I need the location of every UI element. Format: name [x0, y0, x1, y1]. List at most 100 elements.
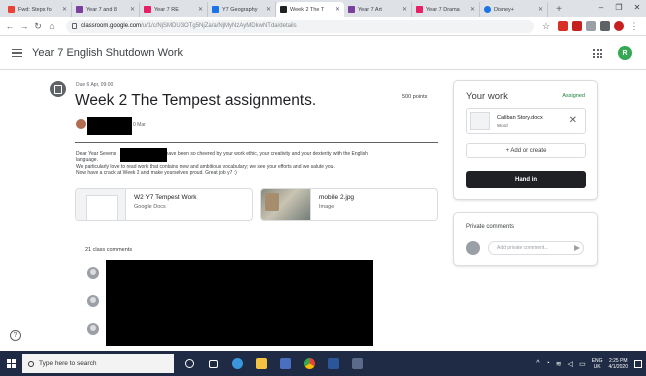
- your-work-card: Your work Assigned Caliban Story.docx Wo…: [453, 80, 598, 200]
- hamburger-menu-icon[interactable]: [12, 49, 22, 57]
- browser-tab[interactable]: Year 7 RE ✕: [140, 2, 208, 17]
- remove-file-icon[interactable]: ✕: [569, 115, 577, 126]
- browser-tab-active[interactable]: Week 2 The T ✕: [276, 2, 344, 17]
- taskbar-search-box[interactable]: Type here to search: [22, 354, 174, 373]
- close-icon[interactable]: ✕: [130, 6, 135, 13]
- hand-in-button[interactable]: Hand in: [466, 171, 586, 188]
- browser-tab[interactable]: Y7 Geography ✕: [208, 2, 276, 17]
- chrome-icon[interactable]: [300, 355, 318, 373]
- address-bar[interactable]: classroom.google.com/u/1/c/NjSMDU3OTg5Nj…: [66, 19, 534, 33]
- image-thumbnail: [261, 189, 311, 220]
- file-explorer-icon[interactable]: [252, 355, 270, 373]
- attachment-name: W2 Y7 Tempest Work: [134, 194, 197, 201]
- close-icon[interactable]: ✕: [62, 6, 67, 13]
- browser-tab[interactable]: Year 7 Art ✕: [344, 2, 412, 17]
- browser-menu-icon[interactable]: ⋮: [628, 20, 640, 32]
- back-button[interactable]: ←: [4, 20, 16, 32]
- description-text: Now have a crack at Week 2 and make your…: [76, 170, 237, 177]
- classroom-icon: [76, 6, 83, 13]
- help-icon[interactable]: ?: [10, 330, 21, 341]
- class-title[interactable]: Year 7 English Shutdown Work: [32, 47, 183, 59]
- extension-icon[interactable]: [600, 21, 610, 31]
- attachment-card[interactable]: W2 Y7 Tempest Work Google Docs: [75, 188, 253, 221]
- network-icon[interactable]: ◔: [546, 360, 550, 367]
- assignment-title: Week 2 The Tempest assignments.: [75, 92, 317, 109]
- task-view-icon[interactable]: [204, 355, 222, 373]
- account-avatar[interactable]: R: [618, 46, 632, 60]
- private-comments-card: Private comments Add private comment...: [453, 212, 598, 266]
- volume-icon[interactable]: ◁: [568, 360, 573, 368]
- assignment-icon: [50, 81, 66, 97]
- wifi-icon[interactable]: ≋: [556, 360, 562, 368]
- forward-button[interactable]: →: [18, 20, 30, 32]
- tab-title: Year 7 RE: [154, 6, 179, 13]
- attachment-card[interactable]: mobile 2.jpg Image: [260, 188, 438, 221]
- tab-title: Disney+: [494, 6, 515, 13]
- home-button[interactable]: ⌂: [46, 20, 58, 32]
- classroom-icon: [144, 6, 151, 13]
- bookmark-star-icon[interactable]: ☆: [540, 20, 552, 32]
- browser-toolbar: ← → ↻ ⌂ classroom.google.com/u/1/c/NjSMD…: [0, 17, 646, 36]
- store-icon[interactable]: [276, 355, 294, 373]
- tab-title: Fwd: Steps fo: [18, 6, 52, 13]
- chevron-up-icon[interactable]: ^: [536, 360, 539, 367]
- browser-tab[interactable]: Year 7 Drama ✕: [412, 2, 480, 17]
- extension-icon[interactable]: [572, 21, 582, 31]
- extension-icon[interactable]: [586, 21, 596, 31]
- close-icon[interactable]: ✕: [470, 6, 475, 13]
- close-icon[interactable]: ✕: [335, 6, 340, 13]
- cortana-icon[interactable]: [180, 355, 198, 373]
- classroom-icon: [416, 6, 423, 13]
- clock[interactable]: 2:25 PM 4/1/2020: [609, 358, 628, 370]
- description-text: language.: [76, 157, 98, 164]
- word-icon[interactable]: [324, 355, 342, 373]
- close-icon[interactable]: ✕: [198, 6, 203, 13]
- your-work-title: Your work: [466, 91, 508, 102]
- comment-avatar: [87, 267, 99, 279]
- private-comment-input[interactable]: Add private comment...: [488, 241, 584, 255]
- close-icon[interactable]: ✕: [402, 6, 407, 13]
- lock-icon: [72, 23, 77, 29]
- tab-title: Year 7 Drama: [426, 6, 460, 13]
- class-comments-label[interactable]: 21 class comments: [85, 247, 132, 253]
- attached-file[interactable]: Caliban Story.docx Word ✕: [466, 108, 586, 134]
- private-comments-title: Private comments: [466, 224, 515, 230]
- profile-icon[interactable]: [614, 21, 624, 31]
- status-badge: Assigned: [562, 93, 585, 99]
- send-icon[interactable]: [574, 245, 580, 251]
- points-label: 500 points: [402, 94, 428, 100]
- language-indicator[interactable]: ENG UK: [592, 358, 603, 370]
- classroom-header: Year 7 English Shutdown Work R: [0, 37, 646, 70]
- photos-icon[interactable]: [348, 355, 366, 373]
- browser-tab-bar: Fwd: Steps fo ✕ Year 7 and 8 ✕ Year 7 RE…: [0, 0, 646, 17]
- search-placeholder: Type here to search: [39, 360, 97, 367]
- redacted-comments: [106, 260, 373, 346]
- browser-tab[interactable]: Year 7 and 8 ✕: [72, 2, 140, 17]
- extension-icon[interactable]: [558, 21, 568, 31]
- close-window-button[interactable]: ✕: [628, 0, 646, 15]
- minimize-button[interactable]: –: [592, 0, 610, 15]
- user-avatar: [466, 241, 480, 255]
- classroom-icon: [280, 6, 287, 13]
- keyboard-icon[interactable]: ▭: [579, 360, 586, 368]
- reload-button[interactable]: ↻: [32, 20, 44, 32]
- close-icon[interactable]: ✕: [266, 6, 271, 13]
- browser-tab[interactable]: Disney+ ✕: [480, 2, 548, 17]
- browser-tab[interactable]: Fwd: Steps fo ✕: [4, 2, 72, 17]
- file-type: Word: [497, 122, 508, 128]
- start-button[interactable]: [0, 351, 22, 376]
- redacted-author-name: [87, 117, 132, 135]
- close-icon[interactable]: ✕: [538, 6, 543, 13]
- edge-icon[interactable]: [228, 355, 246, 373]
- google-apps-icon[interactable]: [593, 49, 602, 58]
- windows-taskbar: Type here to search ^ ◔ ≋ ◁ ▭ ENG UK 2:2…: [0, 351, 646, 376]
- gmail-icon: [8, 6, 15, 13]
- file-thumbnail: [470, 112, 490, 130]
- add-or-create-button[interactable]: + Add or create: [466, 143, 586, 158]
- clock-time: 2:25 PM: [608, 357, 628, 364]
- language-code: ENG: [591, 357, 603, 364]
- new-tab-button[interactable]: +: [552, 2, 566, 17]
- teacher-avatar: [76, 119, 86, 129]
- notifications-icon[interactable]: [634, 359, 642, 368]
- restore-button[interactable]: ❐: [610, 0, 628, 15]
